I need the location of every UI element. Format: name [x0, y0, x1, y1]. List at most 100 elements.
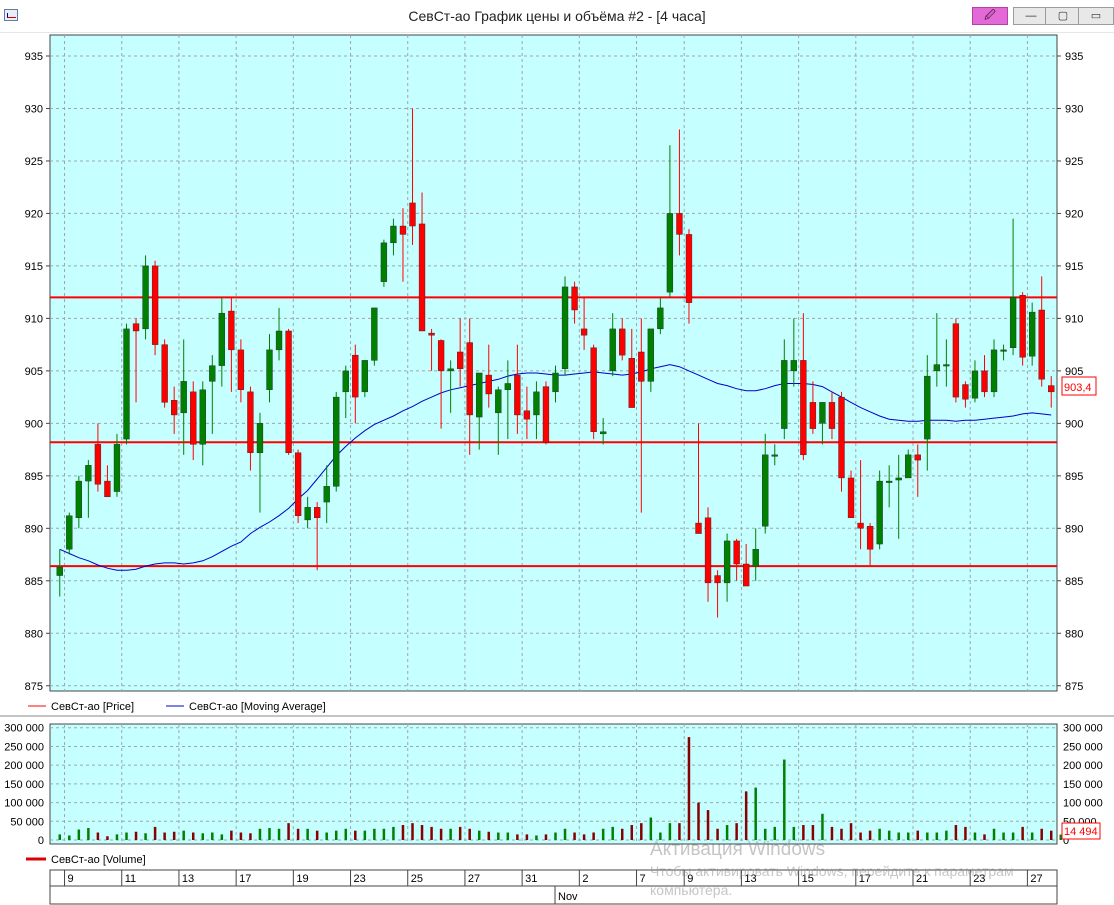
- candle-body: [56, 566, 63, 576]
- volume-bar: [668, 823, 672, 840]
- candle-body: [190, 391, 197, 445]
- candle-body: [523, 410, 531, 420]
- candle-body: [628, 358, 635, 408]
- candle-body: [552, 372, 559, 393]
- volume-bar: [649, 817, 653, 840]
- candle-body: [971, 370, 979, 399]
- candle-body: [390, 225, 397, 244]
- volume-tick-label: 150 000: [1063, 779, 1103, 791]
- day-label: 31: [525, 873, 537, 885]
- candle-body: [180, 381, 187, 414]
- volume-bar: [96, 832, 100, 840]
- minimize-button[interactable]: —: [1013, 7, 1049, 25]
- volume-bar: [916, 830, 920, 840]
- candle-body: [123, 328, 130, 440]
- price-tick-label: 925: [25, 156, 43, 168]
- candle-body: [371, 307, 378, 361]
- day-label: 9: [68, 873, 74, 885]
- volume-bar: [830, 826, 834, 840]
- volume-bar: [401, 825, 405, 840]
- volume-bar: [258, 828, 262, 840]
- candle-body: [1029, 311, 1036, 357]
- candle-body: [676, 213, 683, 235]
- candle-body: [781, 360, 788, 429]
- volume-bar: [497, 832, 500, 840]
- candle-body: [657, 307, 664, 330]
- volume-bar: [392, 826, 395, 840]
- volume-tick-label: 300 000: [1063, 723, 1103, 735]
- last-price-label: 903,4: [1064, 382, 1092, 394]
- candle-body: [437, 340, 445, 372]
- volume-bar: [897, 832, 900, 840]
- volume-bar: [191, 832, 195, 840]
- candle-body: [790, 360, 797, 372]
- candle-body: [590, 347, 597, 432]
- volume-bar: [783, 759, 786, 840]
- price-volume-chart[interactable]: 875880885890895900905910915920925930935 …: [0, 32, 1114, 905]
- candle-body: [695, 522, 702, 534]
- volume-bar: [125, 832, 128, 840]
- volume-bar: [477, 830, 481, 840]
- price-axis-left: 875 880 885 890 895 900 905 910 915 920 925 930 935: [25, 51, 50, 693]
- price-tick-label: 900: [1065, 418, 1083, 430]
- candle-body: [914, 454, 921, 461]
- candle-body: [895, 477, 902, 481]
- price-tick-label: 930: [25, 103, 43, 115]
- price-tick-label: 925: [1065, 156, 1083, 168]
- candle-body: [857, 522, 864, 529]
- volume-bar: [744, 791, 748, 840]
- close-button[interactable]: ▭: [1078, 7, 1114, 25]
- candle-body: [142, 265, 149, 330]
- candle-body: [94, 444, 102, 485]
- volume-bar: [354, 830, 357, 840]
- maximize-button[interactable]: ▢: [1045, 7, 1081, 25]
- day-label: 23: [354, 873, 366, 885]
- candle-body: [866, 526, 874, 550]
- day-label: 2: [582, 873, 588, 885]
- volume-bar: [172, 831, 176, 840]
- volume-axis-left: 0 50 000 100 000 150 000 200 000 250 000 300 0…: [4, 723, 44, 847]
- volume-bar: [1030, 832, 1034, 840]
- volume-bar: [106, 836, 109, 840]
- candle-body: [457, 351, 464, 369]
- volume-bar: [535, 835, 538, 840]
- candle-body: [952, 323, 960, 398]
- volume-bar: [1021, 826, 1024, 840]
- volume-bar: [611, 826, 614, 840]
- candle-body: [409, 202, 416, 227]
- volume-bar: [201, 833, 205, 840]
- candle-body: [800, 360, 807, 456]
- volume-bar: [1011, 832, 1015, 840]
- price-tick-label: 895: [1065, 471, 1083, 483]
- pin-button[interactable]: 🖉: [972, 7, 1008, 25]
- volume-bar: [411, 823, 414, 840]
- volume-tick-label: 100 000: [1063, 798, 1103, 810]
- volume-bar: [334, 830, 338, 840]
- candle-body: [600, 431, 607, 435]
- candle-body: [924, 375, 931, 440]
- candle-body: [962, 384, 969, 400]
- volume-bar: [153, 826, 157, 840]
- candle-body: [132, 323, 140, 332]
- volume-bar: [506, 832, 510, 840]
- candle-body: [819, 402, 826, 424]
- volume-bar: [420, 825, 424, 840]
- volume-bar: [325, 832, 328, 840]
- volume-bar: [725, 825, 729, 840]
- candle-body: [809, 402, 817, 429]
- title-bar: СевСт-ао График цены и объёма #2 - [4 ча…: [0, 0, 1114, 33]
- volume-tick-label: 100 000: [4, 798, 44, 810]
- candle-body: [428, 332, 435, 336]
- candle-body: [771, 454, 778, 457]
- volume-bar: [68, 835, 71, 840]
- candle-body: [237, 349, 245, 390]
- volume-bar: [935, 832, 939, 840]
- volume-bar: [182, 830, 185, 840]
- volume-bar: [859, 832, 862, 840]
- volume-bar: [954, 825, 958, 840]
- volume-tick-label: 250 000: [1063, 741, 1103, 753]
- candle-body: [266, 349, 273, 390]
- volume-bar: [983, 834, 986, 840]
- volume-bar: [630, 825, 634, 840]
- candle-body: [981, 370, 988, 393]
